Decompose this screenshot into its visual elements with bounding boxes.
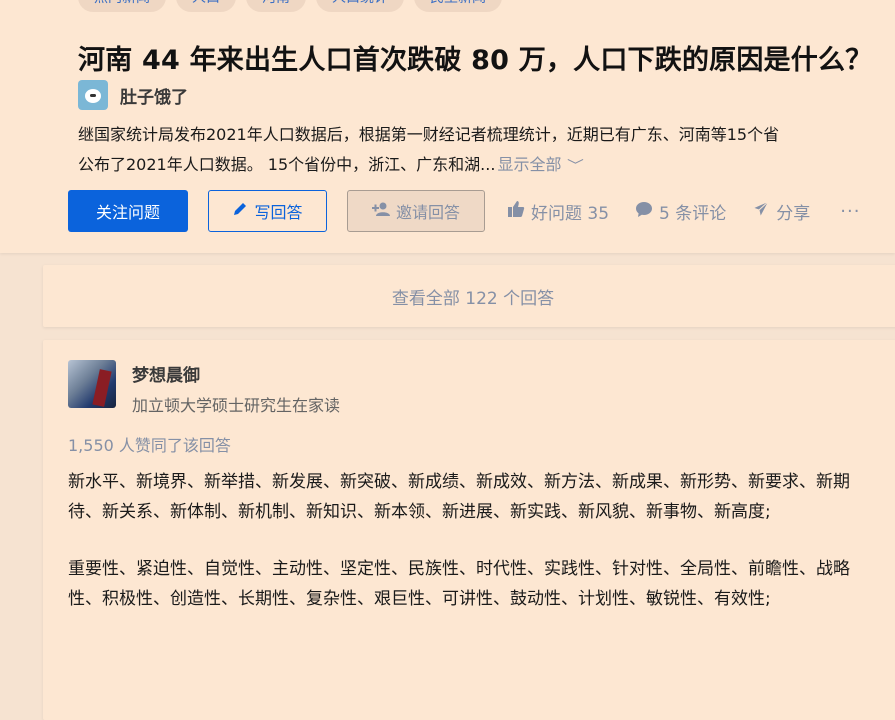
topic-tag[interactable]: 河南 bbox=[246, 0, 306, 12]
pencil-icon bbox=[232, 201, 248, 221]
share-label: 分享 bbox=[776, 203, 811, 224]
answer-card: 梦想晨御 加立顿大学硕士研究生在家读 1,550 人赞同了该回答 新水平、新境界… bbox=[43, 340, 895, 720]
description-text: 公布了2021年人口数据。 15个省份中，浙江、广东和湖... bbox=[78, 155, 496, 174]
asker-name[interactable]: 肚子饿了 bbox=[120, 83, 188, 108]
question-actions: 关注问题 写回答 邀请回答 好问题 35 5 条评论 分享 ··· bbox=[68, 190, 860, 232]
asker[interactable]: 肚子饿了 bbox=[78, 80, 188, 110]
answer-content: 新水平、新境界、新举措、新发展、新突破、新成绩、新成效、新方法、新成果、新形势、… bbox=[68, 467, 883, 641]
comments-label: 5 条评论 bbox=[659, 203, 727, 224]
vote-count: 1,550 人赞同了该回答 bbox=[68, 436, 231, 455]
paper-plane-icon bbox=[751, 199, 771, 223]
more-dots-icon[interactable]: ··· bbox=[840, 201, 860, 222]
invite-answer-label: 邀请回答 bbox=[395, 203, 460, 222]
question-description: 继国家统计局发布2021年人口数据后，根据第一财经记者梳理统计，近期已有广东、河… bbox=[78, 120, 895, 182]
author-name[interactable]: 梦想晨御 bbox=[132, 361, 340, 386]
answer-paragraph: 新水平、新境界、新举措、新发展、新突破、新成绩、新成效、新方法、新成果、新形势、… bbox=[68, 472, 850, 522]
description-line: 继国家统计局发布2021年人口数据后，根据第一财经记者梳理统计，近期已有广东、河… bbox=[78, 125, 780, 144]
author-bio: 加立顿大学硕士研究生在家读 bbox=[132, 396, 341, 415]
add-person-icon bbox=[371, 201, 390, 221]
author-avatar[interactable] bbox=[68, 360, 116, 408]
chevron-down-icon: ﹀ bbox=[567, 159, 585, 174]
view-all-answers-button[interactable]: 查看全部 122 个回答 bbox=[43, 265, 895, 327]
asker-avatar[interactable] bbox=[78, 80, 108, 110]
topic-tag[interactable]: 热门新闻 bbox=[78, 0, 166, 12]
good-question-label: 好问题 35 bbox=[531, 203, 610, 224]
write-answer-button[interactable]: 写回答 bbox=[208, 190, 327, 232]
good-question-button[interactable]: 好问题 35 bbox=[507, 199, 609, 224]
question-title[interactable]: 河南 44 年来出生人口首次跌破 80 万，人口下跌的原因是什么？ bbox=[78, 38, 872, 77]
write-answer-label: 写回答 bbox=[254, 203, 303, 222]
description-line-2: 公布了2021年人口数据。 15个省份中，浙江、广东和湖... 显示全部 ﹀ bbox=[78, 150, 895, 182]
comment-bubble-icon bbox=[635, 200, 653, 223]
share-button[interactable]: 分享 bbox=[751, 199, 811, 224]
follow-question-button[interactable]: 关注问题 bbox=[68, 190, 188, 232]
show-all-button[interactable]: 显示全部 ﹀ bbox=[497, 155, 584, 174]
topic-tag[interactable]: 人口统计 bbox=[316, 0, 404, 12]
invite-answer-button[interactable]: 邀请回答 bbox=[347, 190, 485, 232]
thumbs-up-icon bbox=[507, 200, 525, 223]
topic-tag[interactable]: 民生新闻 bbox=[414, 0, 502, 12]
answer-author: 梦想晨御 加立顿大学硕士研究生在家读 bbox=[68, 360, 340, 416]
topic-tag[interactable]: 人口 bbox=[176, 0, 236, 12]
comments-button[interactable]: 5 条评论 bbox=[635, 199, 726, 224]
question-header: 热门新闻 人口 河南 人口统计 民生新闻 河南 44 年来出生人口首次跌破 80… bbox=[0, 0, 895, 253]
answer-paragraph: 重要性、紧迫性、自觉性、主动性、坚定性、民族性、时代性、实践性、针对性、全局性、… bbox=[68, 559, 850, 609]
topic-tags: 热门新闻 人口 河南 人口统计 民生新闻 bbox=[78, 0, 502, 12]
author-info: 梦想晨御 加立顿大学硕士研究生在家读 bbox=[132, 360, 340, 416]
show-all-label: 显示全部 bbox=[497, 155, 562, 174]
